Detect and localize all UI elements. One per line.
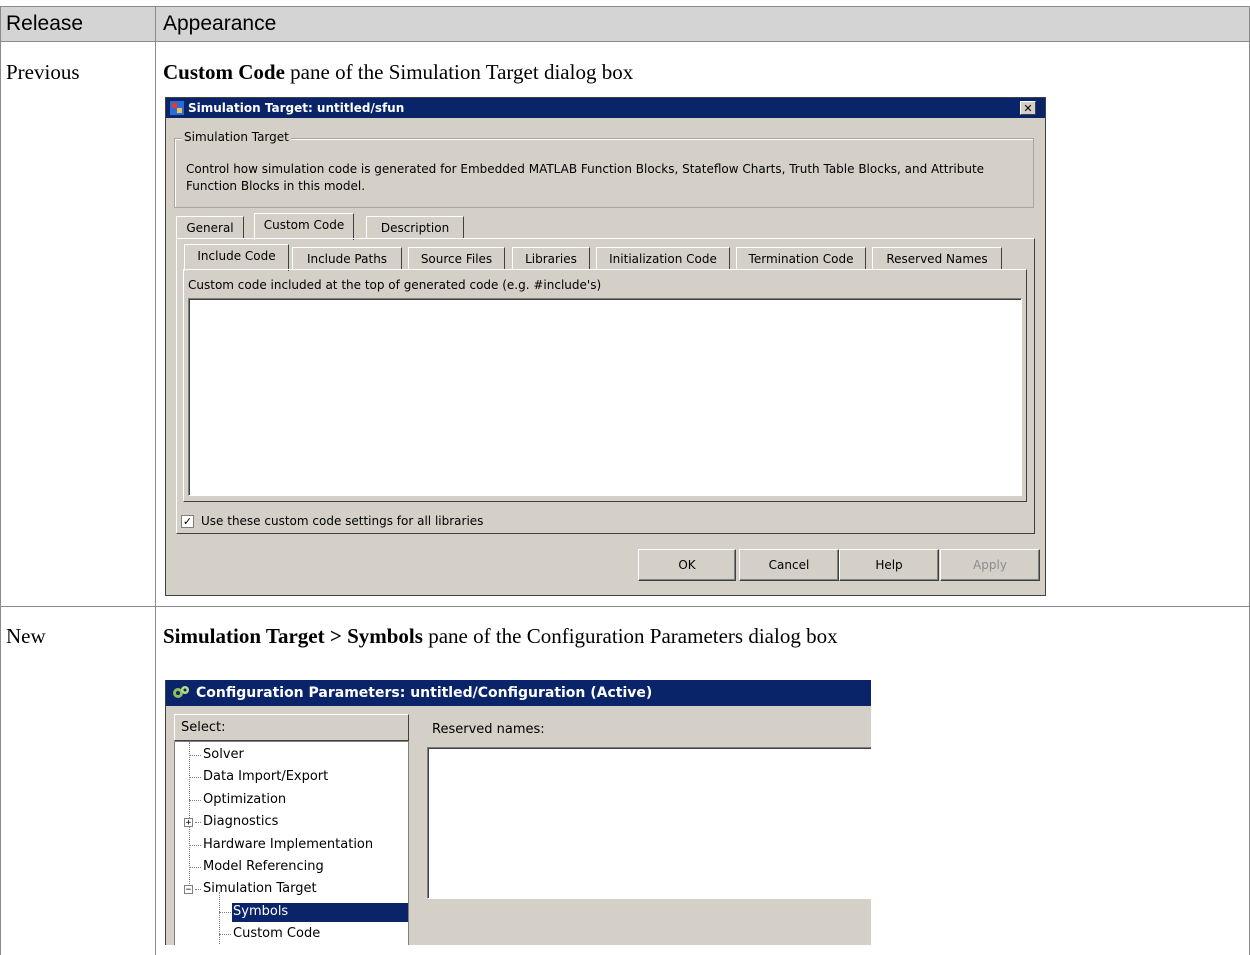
help-button[interactable]: Help [839, 549, 939, 581]
use-for-libraries-label: Use these custom code settings for all l… [201, 514, 484, 528]
expand-diagnostics-icon[interactable]: + [184, 818, 193, 828]
settings-tree[interactable]: Solver Data Import/Export Optimization +… [174, 741, 409, 945]
tree-branch [189, 755, 201, 756]
dialog2-titlebar: Configuration Parameters: untitled/Confi… [166, 680, 871, 706]
use-for-libraries-checkbox[interactable]: ✓ [181, 515, 194, 528]
tree-item-hardware-implementation[interactable]: Hardware Implementation [203, 836, 373, 854]
tab-description[interactable]: Description [366, 216, 464, 238]
row1-caption-rest: pane of the Simulation Target dialog box [284, 60, 634, 84]
simulink-icon [170, 101, 184, 115]
table-left-border [0, 6, 1, 955]
row1-caption: Custom Code pane of the Simulation Targe… [163, 60, 633, 85]
close-icon: ✕ [1023, 102, 1033, 115]
release-previous: Previous [6, 60, 80, 84]
tree-branch [195, 822, 201, 823]
include-code-label: Custom code included at the top of gener… [188, 278, 602, 292]
dialog1-titlebar: Simulation Target: untitled/sfun [166, 98, 1045, 118]
tree-item-diagnostics[interactable]: Diagnostics [203, 813, 278, 831]
tree-item-data-import-export[interactable]: Data Import/Export [203, 768, 328, 786]
close-button[interactable]: ✕ [1020, 101, 1036, 115]
group-legend: Simulation Target [182, 130, 291, 144]
tree-item-custom-code[interactable]: Custom Code [233, 925, 320, 943]
subtab-include-code[interactable]: Include Code [184, 244, 289, 271]
subtab-source-files[interactable]: Source Files [408, 247, 505, 269]
dialog1-title: Simulation Target: untitled/sfun [188, 101, 405, 115]
collapse-simulation-target-icon[interactable]: − [184, 885, 193, 895]
row2-caption: Simulation Target > Symbols pane of the … [163, 624, 838, 649]
simulation-target-dialog: Simulation Target: untitled/sfun ✕ Simul… [165, 97, 1046, 596]
header-release: Release [6, 12, 84, 35]
header-bottom-border [0, 41, 1250, 42]
tree-item-model-referencing[interactable]: Model Referencing [203, 858, 324, 876]
tree-guide-line [189, 742, 190, 892]
subtab-libraries[interactable]: Libraries [512, 247, 590, 269]
tree-item-symbols[interactable]: Symbols [233, 903, 288, 921]
header-appearance: Appearance [163, 12, 277, 35]
select-header: Select: [174, 714, 409, 741]
gear-icon [173, 686, 189, 698]
row2-caption-rest: pane of the Configuration Parameters dia… [422, 624, 838, 648]
tree-item-simulation-target[interactable]: Simulation Target [203, 880, 317, 898]
configuration-parameters-dialog: Configuration Parameters: untitled/Confi… [165, 680, 871, 945]
tree-branch [219, 934, 231, 935]
row1-caption-bold: Custom Code [163, 60, 285, 84]
cancel-button[interactable]: Cancel [739, 549, 839, 581]
checkmark-icon: ✓ [182, 515, 193, 528]
apply-button[interactable]: Apply [940, 549, 1040, 581]
include-code-textarea[interactable] [188, 298, 1022, 496]
tree-guide-line-child [219, 892, 220, 944]
tree-branch [219, 912, 231, 913]
subtab-initialization-code[interactable]: Initialization Code [596, 247, 730, 269]
subtab-include-paths[interactable]: Include Paths [292, 247, 402, 269]
reserved-names-textarea[interactable] [427, 747, 871, 899]
subtab-reserved-names[interactable]: Reserved Names [872, 247, 1002, 269]
reserved-names-label: Reserved names: [432, 722, 545, 737]
description-text: Control how simulation code is generated… [186, 162, 985, 193]
row2-caption-bold: Simulation Target > Symbols [163, 624, 423, 648]
tree-branch [195, 889, 201, 890]
select-label: Select: [181, 720, 226, 735]
tab-general[interactable]: General [176, 216, 244, 238]
tree-item-solver[interactable]: Solver [203, 746, 244, 764]
row-divider [0, 606, 1250, 607]
tree-item-optimization[interactable]: Optimization [203, 791, 286, 809]
tree-branch [189, 800, 201, 801]
tree-branch [189, 867, 201, 868]
ok-button[interactable]: OK [638, 549, 736, 581]
tab-custom-code[interactable]: Custom Code [254, 213, 354, 240]
tree-branch [189, 777, 201, 778]
subtab-termination-code[interactable]: Termination Code [736, 247, 866, 269]
dialog2-title: Configuration Parameters: untitled/Confi… [196, 685, 653, 701]
tree-branch [189, 845, 201, 846]
column-divider [155, 6, 156, 955]
release-new: New [6, 624, 46, 648]
